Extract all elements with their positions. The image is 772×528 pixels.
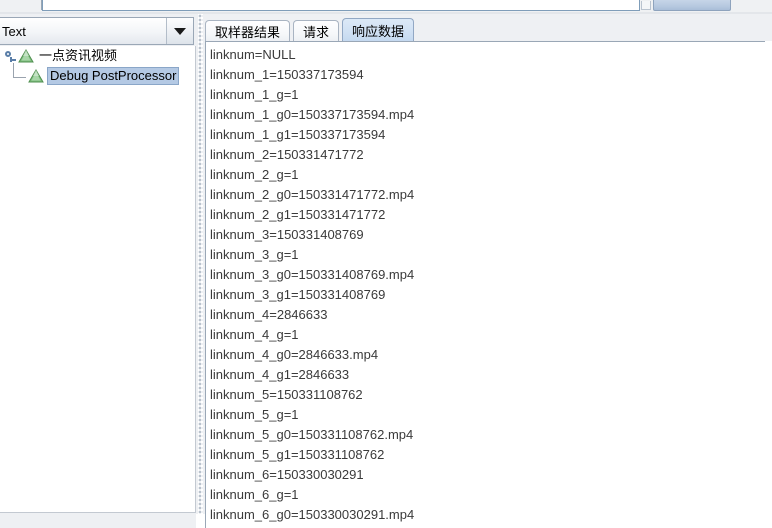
results-tree[interactable]: 一点资讯视频 Debug PostProcessor [0,46,196,513]
left-panel: Text 一点资讯视频 [0,14,196,514]
response-line: linknum_2_g0=150331471772.mp4 [210,185,765,205]
chevron-down-icon [174,28,186,35]
tree-expand-handle-icon[interactable] [4,50,17,63]
response-line: linknum_2_g=1 [210,165,765,185]
response-line: linknum_6_g0=150330030291.mp4 [210,505,765,525]
tab-request[interactable]: 请求 [293,20,339,42]
tab-request-label: 请求 [303,22,329,41]
tree-row-debug-postprocessor[interactable]: Debug PostProcessor [0,66,195,86]
response-line: linknum_3_g1=150331408769 [210,285,765,305]
response-line: linknum_2=150331471772 [210,145,765,165]
right-panel: 取样器结果 请求 响应数据 linknum=NULL linknum_1=150… [205,14,772,514]
top-text-field[interactable] [42,0,640,11]
jmeter-window: Text 一点资讯视频 [0,0,772,514]
combobox-selected-value: Text [0,24,166,39]
tab-sampler-result[interactable]: 取样器结果 [205,20,290,42]
response-line: linknum_1_g0=150337173594.mp4 [210,105,765,125]
top-button-edge [641,1,651,10]
response-line: linknum_3=150331408769 [210,225,765,245]
response-line: linknum_4_g0=2846633.mp4 [210,345,765,365]
top-action-button[interactable] [653,0,731,11]
response-line: linknum_1=150337173594 [210,65,765,85]
right-panel-filler [765,41,772,528]
jmeter-element-icon [18,49,34,64]
response-line: linknum_1_g=1 [210,85,765,105]
result-tabstrip: 取样器结果 请求 响应数据 [205,17,772,42]
response-line: linknum_4=2846633 [210,305,765,325]
response-line: linknum_2_g1=150331471772 [210,205,765,225]
response-data-textarea[interactable]: linknum=NULL linknum_1=150337173594 link… [205,41,765,528]
response-line: linknum_5_g=1 [210,405,765,425]
response-line: linknum_5_g0=150331108762.mp4 [210,425,765,445]
response-line: linknum_6=150330030291 [210,465,765,485]
response-line: linknum_6_g=1 [210,485,765,505]
tree-row-root[interactable]: 一点资讯视频 [0,46,195,66]
combobox-arrow-button[interactable] [166,18,193,44]
response-line: linknum_4_g1=2846633 [210,365,765,385]
response-line: linknum_3_g0=150331408769.mp4 [210,265,765,285]
response-line: linknum_4_g=1 [210,325,765,345]
panel-splitter[interactable] [196,14,205,514]
tree-child-label: Debug PostProcessor [47,67,179,85]
splitter-grip-dots [198,14,203,514]
response-line: linknum_5_g1=150331108762 [210,445,765,465]
tab-response-data[interactable]: 响应数据 [342,18,414,42]
tab-response-data-label: 响应数据 [352,21,404,40]
tree-connector-line [13,63,26,78]
left-panel-filler [0,514,196,528]
tab-sampler-result-label: 取样器结果 [215,22,280,41]
response-line: linknum_5=150331108762 [210,385,765,405]
jmeter-element-icon [28,69,44,84]
response-lines-container: linknum=NULL linknum_1=150337173594 link… [206,42,765,528]
response-line: linknum=NULL [210,45,765,65]
response-line: linknum_1_g1=150337173594 [210,125,765,145]
response-line: linknum_3_g=1 [210,245,765,265]
tree-root-label: 一点资讯视频 [37,48,119,64]
view-type-combobox[interactable]: Text [0,17,194,45]
